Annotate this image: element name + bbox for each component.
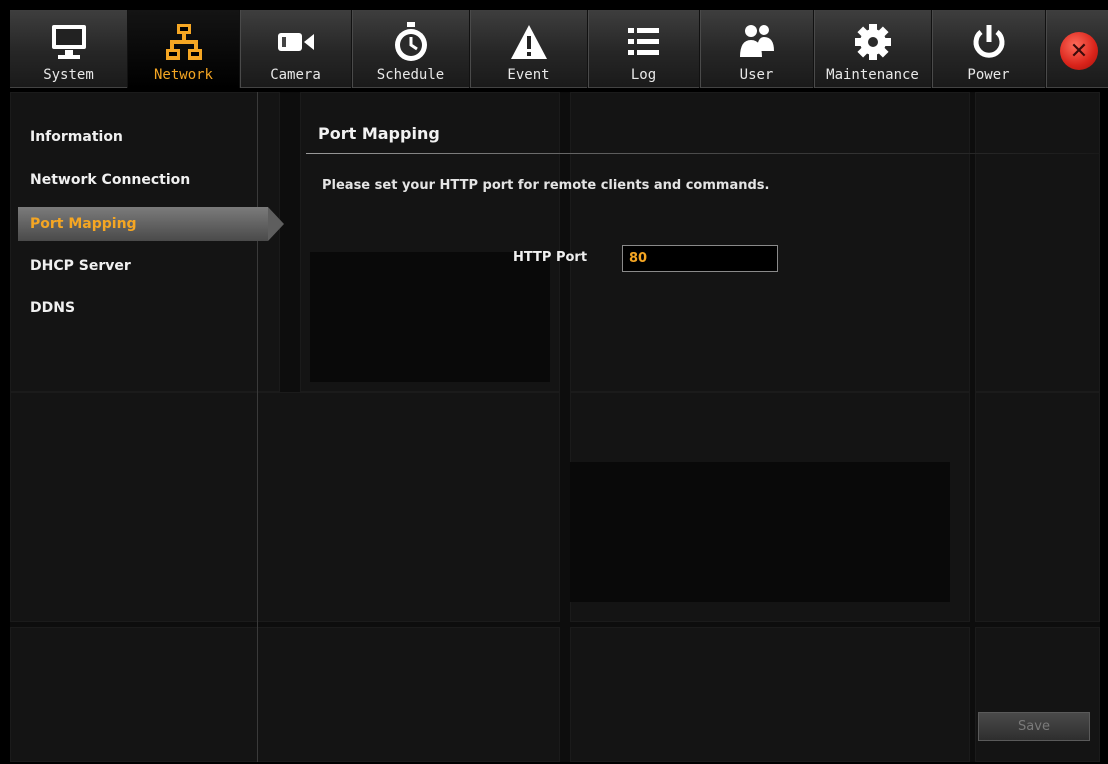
tab-system[interactable]: System [10,10,128,88]
tab-label: Power [967,67,1010,83]
monitor-icon [47,20,91,64]
network-icon [162,20,206,64]
gear-icon [851,20,895,64]
page-title: Port Mapping [318,124,440,143]
sidebar-item-port-mapping[interactable]: Port Mapping [18,207,284,241]
tab-label: Network [153,67,213,83]
sidebar-item-information[interactable]: Information [18,120,258,154]
tab-label: Schedule [376,67,445,83]
save-button[interactable]: Save [978,712,1090,741]
close-icon[interactable]: ✕ [1060,32,1098,70]
sidebar-item-network-connection[interactable]: Network Connection [18,163,258,197]
sidebar-item-dhcp-server[interactable]: DHCP Server [18,249,258,283]
sidebar-menu: Information Network Connection Port Mapp… [10,92,284,762]
power-icon [967,20,1011,64]
sidebar-item-ddns[interactable]: DDNS [18,291,258,325]
tab-camera[interactable]: Camera [240,10,352,88]
tab-label: Camera [270,67,321,83]
tab-maintenance[interactable]: Maintenance [814,10,932,88]
list-icon [622,20,666,64]
main-toolbar: System Network Camera Schedule Event Log [10,10,1108,88]
tab-label: System [43,67,94,83]
http-port-label: HTTP Port [513,250,588,265]
description-text: Please set your HTTP port for remote cli… [322,178,770,193]
tab-user[interactable]: User [700,10,814,88]
http-port-input[interactable] [622,245,778,272]
camera-icon [274,20,318,64]
warning-icon [507,20,551,64]
tab-label: Maintenance [826,67,919,83]
tab-label: User [739,67,774,83]
tab-schedule[interactable]: Schedule [352,10,470,88]
tab-power[interactable]: Power [932,10,1046,88]
tab-network[interactable]: Network [128,10,240,88]
tab-event[interactable]: Event [470,10,588,88]
tab-label: Log [630,67,657,83]
users-icon [735,20,779,64]
tab-log[interactable]: Log [588,10,700,88]
stopwatch-icon [389,20,433,64]
title-divider [306,153,1100,154]
tab-label: Event [507,67,550,83]
